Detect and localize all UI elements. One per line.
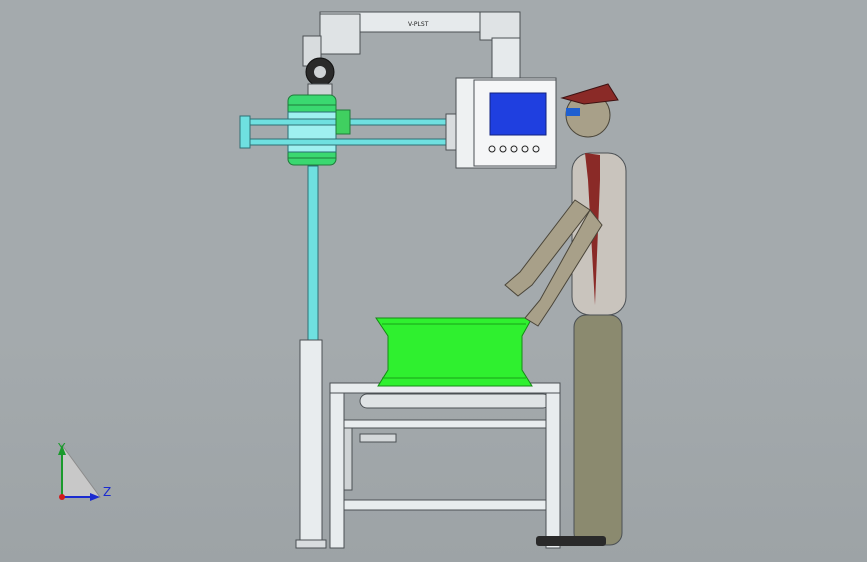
z-axis-label: Z	[103, 485, 112, 499]
y-axis-label: Y	[58, 441, 66, 455]
triad-graphic	[58, 443, 101, 501]
control-panel[interactable]	[455, 77, 557, 169]
conveyor-frame[interactable]	[329, 382, 561, 549]
pulley-assembly[interactable]	[305, 57, 335, 99]
cad-viewport[interactable]: V-PLST Y Z	[0, 0, 867, 562]
duct-label: V-PLST	[408, 21, 429, 28]
overhead-duct[interactable]: V-PLST	[319, 11, 521, 79]
horizontal-rails[interactable]	[239, 109, 465, 151]
assembly-scene[interactable]: V-PLST	[0, 0, 867, 562]
wheel-rim[interactable]	[375, 317, 533, 387]
coordinate-triad: Y Z	[40, 435, 120, 515]
spring-unit[interactable]	[287, 94, 337, 166]
